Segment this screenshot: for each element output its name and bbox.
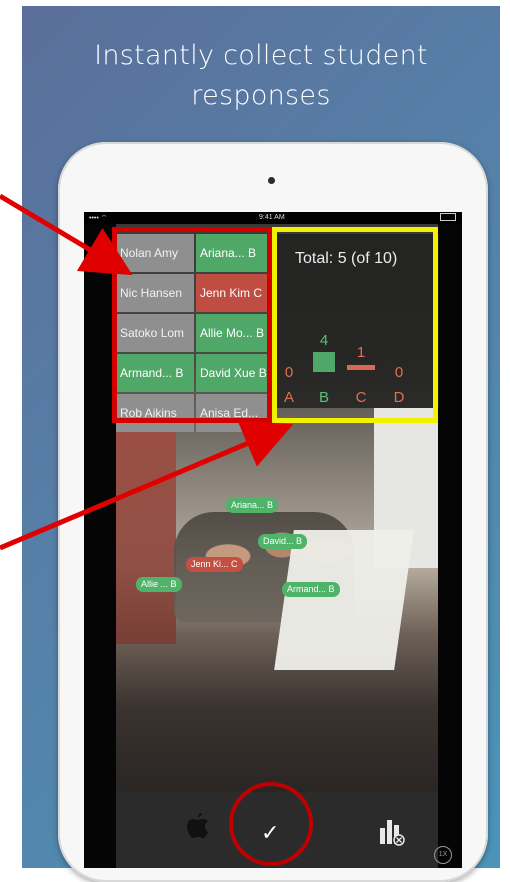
arrow-to-roster: [0, 193, 133, 276]
arrow-to-summary: [0, 420, 294, 551]
annotation-arrows: [0, 193, 294, 551]
